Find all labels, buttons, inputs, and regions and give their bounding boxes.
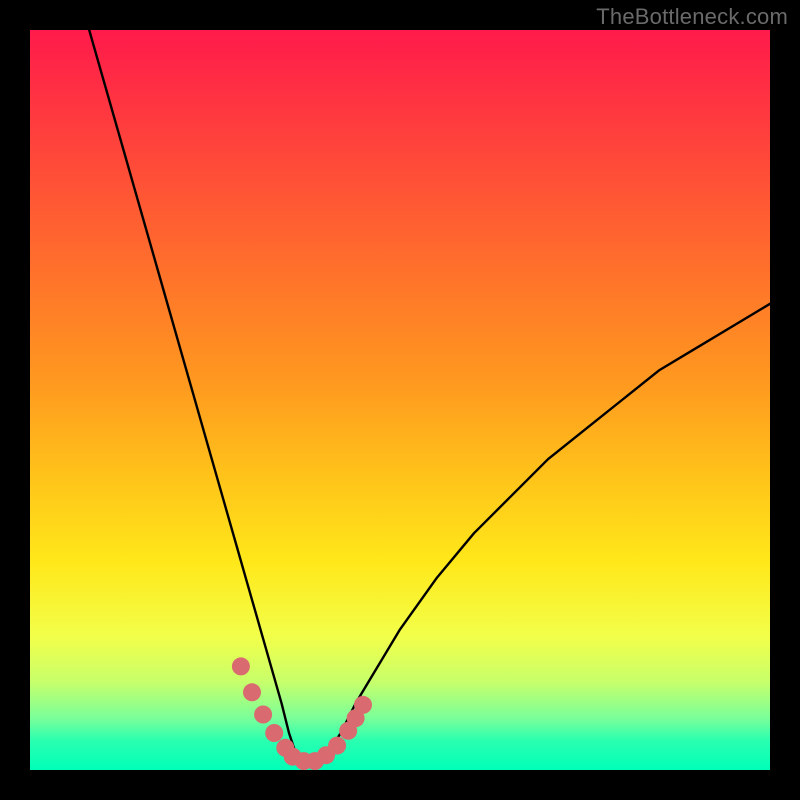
highlight-marker <box>328 737 346 755</box>
highlight-markers <box>232 657 372 770</box>
highlight-marker <box>254 706 272 724</box>
highlight-marker <box>354 696 372 714</box>
chart-frame: TheBottleneck.com <box>0 0 800 800</box>
highlight-marker <box>232 657 250 675</box>
highlight-marker <box>243 683 261 701</box>
watermark-text: TheBottleneck.com <box>596 4 788 30</box>
plot-area <box>30 30 770 770</box>
highlight-marker <box>265 724 283 742</box>
bottleneck-curve <box>89 30 770 763</box>
curve-overlay <box>30 30 770 770</box>
